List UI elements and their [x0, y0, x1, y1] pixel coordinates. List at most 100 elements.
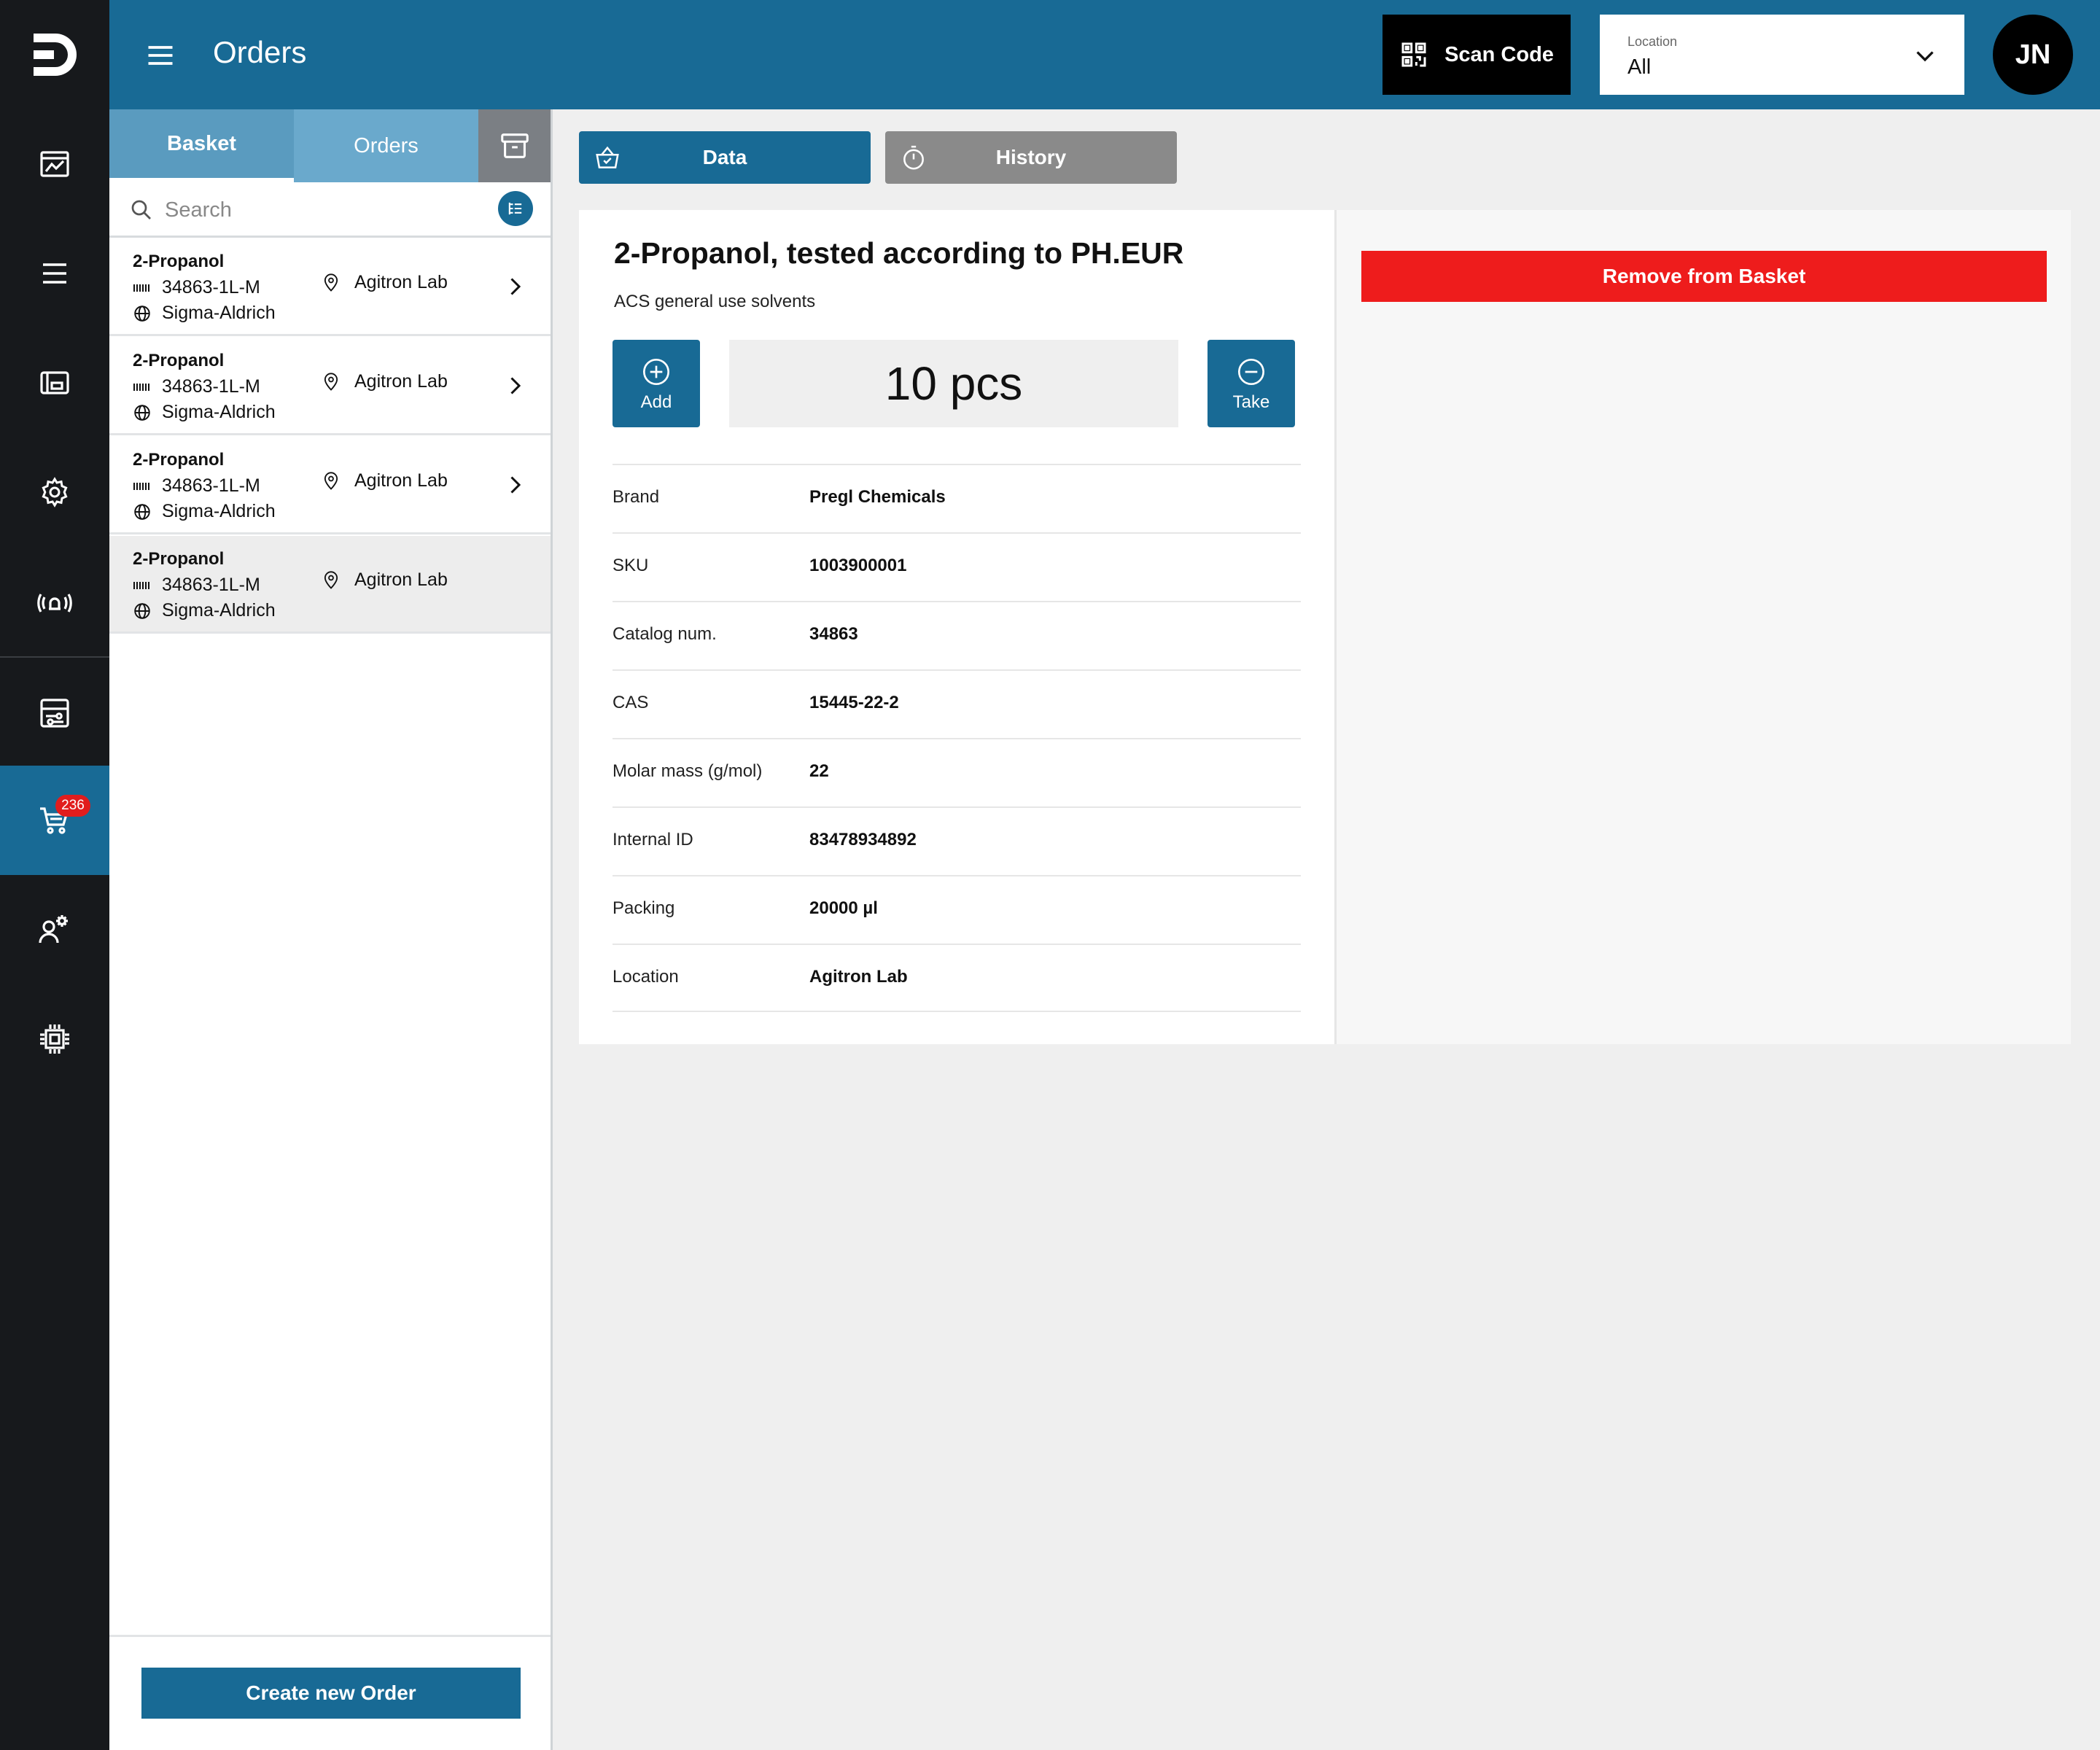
- item-code-row: 34863-1L-M: [133, 277, 260, 298]
- item-brand-row: Sigma-Aldrich: [133, 600, 276, 621]
- item-code-row: 34863-1L-M: [133, 475, 260, 497]
- chip-icon: [40, 1024, 69, 1054]
- property-key: Location: [612, 967, 679, 987]
- menu-button[interactable]: [142, 37, 179, 74]
- app-logo[interactable]: [0, 0, 109, 109]
- chevron-right-icon: [510, 476, 521, 494]
- rail-item-users[interactable]: [0, 875, 109, 984]
- storage-icon: [40, 371, 69, 394]
- avatar[interactable]: JN: [1993, 15, 2073, 95]
- property-row: Molar mass (g/mol) 22: [612, 738, 1301, 806]
- item-location: Agitron Lab: [354, 569, 448, 590]
- list-item[interactable]: 2-Propanol 34863-1L-M Sigma-Aldrich Agit…: [109, 338, 551, 435]
- settings-icon: [42, 477, 68, 508]
- item-brand: Sigma-Aldrich: [162, 303, 276, 323]
- rail-item-dashboard[interactable]: [0, 109, 109, 219]
- property-key: Brand: [612, 487, 660, 507]
- search-input[interactable]: [165, 191, 456, 229]
- panel-tabs: Basket Orders: [109, 109, 551, 182]
- add-button[interactable]: Add: [612, 340, 700, 427]
- plus-circle-icon: [643, 359, 669, 385]
- globe-icon: [134, 305, 150, 322]
- rail-item-list[interactable]: [0, 219, 109, 328]
- filter-list-icon: [508, 202, 522, 215]
- chevron-down-icon: [1916, 51, 1934, 62]
- property-key: Packing: [612, 898, 675, 918]
- basket-check-icon: [596, 146, 619, 168]
- rail-item-filters[interactable]: [0, 658, 109, 768]
- property-value: Pregl Chemicals: [809, 487, 946, 507]
- item-name: 2-Propanol: [133, 351, 225, 370]
- remove-from-basket-button[interactable]: Remove from Basket: [1361, 251, 2047, 302]
- rail-item-devices[interactable]: [0, 984, 109, 1094]
- item-brand: Sigma-Aldrich: [162, 501, 276, 521]
- location-pin-icon: [324, 273, 338, 292]
- barcode-icon: [133, 284, 149, 292]
- property-value: 20000 µl: [809, 898, 878, 918]
- tab-basket[interactable]: Basket: [109, 109, 294, 182]
- property-value: 34863: [809, 624, 858, 644]
- scan-code-button[interactable]: Scan Code: [1382, 15, 1571, 95]
- location-value: All: [1628, 55, 1652, 79]
- property-value: Agitron Lab: [809, 967, 908, 987]
- nav-rail: 236: [0, 0, 109, 1750]
- tab-data-label: Data: [702, 146, 747, 168]
- rail-item-settings[interactable]: [0, 438, 109, 547]
- globe-icon: [134, 503, 150, 520]
- property-key: Internal ID: [612, 830, 693, 849]
- item-location-row: Agitron Lab: [321, 272, 448, 293]
- list-item-selected[interactable]: 2-Propanol 34863-1L-M Sigma-Aldrich Agit…: [109, 536, 551, 634]
- location-label: Location: [1628, 34, 1678, 49]
- property-row: Brand Pregl Chemicals: [612, 464, 1301, 532]
- item-location-row: Agitron Lab: [321, 569, 448, 591]
- tab-orders[interactable]: Orders: [294, 109, 478, 182]
- item-code: 34863-1L-M: [162, 575, 260, 595]
- property-value: 22: [809, 761, 829, 781]
- quantity-display: 10 pcs: [729, 340, 1178, 427]
- product-subtitle: ACS general use solvents: [614, 292, 816, 311]
- scan-code-label: Scan Code: [1444, 42, 1554, 66]
- qr-code-icon: [1401, 42, 1426, 67]
- archive-button[interactable]: [478, 109, 551, 182]
- user-settings-icon: [39, 915, 68, 944]
- basket-panel: Basket Orders 2-Propanol 34863-1L-M Sigm…: [109, 109, 553, 1750]
- rail-item-storage[interactable]: [0, 328, 109, 438]
- list-icon: [43, 263, 66, 284]
- location-pin-icon: [324, 471, 338, 490]
- item-brand-row: Sigma-Aldrich: [133, 303, 276, 324]
- item-name: 2-Propanol: [133, 450, 225, 470]
- filter-button[interactable]: [498, 191, 533, 226]
- property-key: Catalog num.: [612, 624, 717, 644]
- rail-item-orders[interactable]: [0, 766, 109, 875]
- chart-icon: [40, 151, 69, 177]
- take-button[interactable]: Take: [1208, 340, 1295, 427]
- chevron-right-icon: [510, 377, 521, 394]
- location-pin-icon: [324, 570, 338, 589]
- list-item[interactable]: 2-Propanol 34863-1L-M Sigma-Aldrich Agit…: [109, 238, 551, 336]
- barcode-icon: [133, 383, 149, 391]
- top-bar: Orders Scan Code Location All JN: [109, 0, 2100, 109]
- property-row: SKU 1003900001: [612, 532, 1301, 601]
- create-order-button[interactable]: Create new Order: [141, 1668, 521, 1719]
- tab-data[interactable]: Data: [579, 131, 871, 184]
- list-item[interactable]: 2-Propanol 34863-1L-M Sigma-Aldrich Agit…: [109, 437, 551, 534]
- tab-history[interactable]: History: [885, 131, 1177, 184]
- alarm-icon: [37, 594, 72, 612]
- location-select[interactable]: Location All: [1600, 15, 1964, 95]
- property-value: 15445-22-2: [809, 693, 899, 712]
- panel-footer: Create new Order: [109, 1635, 551, 1750]
- property-key: Molar mass (g/mol): [612, 761, 763, 781]
- item-code: 34863-1L-M: [162, 376, 260, 397]
- minus-circle-icon: [1238, 359, 1264, 385]
- property-value: 1003900001: [809, 556, 907, 575]
- barcode-icon: [133, 482, 149, 490]
- rail-item-alarms[interactable]: [0, 547, 109, 656]
- barcode-icon: [133, 581, 149, 589]
- globe-icon: [134, 602, 150, 619]
- product-detail-card: 2-Propanol, tested according to PH.EUR A…: [579, 210, 1342, 1044]
- item-name: 2-Propanol: [133, 252, 225, 271]
- orders-count-badge: 236: [55, 795, 90, 817]
- item-location: Agitron Lab: [354, 470, 448, 491]
- add-label: Add: [640, 392, 672, 412]
- item-code: 34863-1L-M: [162, 277, 260, 298]
